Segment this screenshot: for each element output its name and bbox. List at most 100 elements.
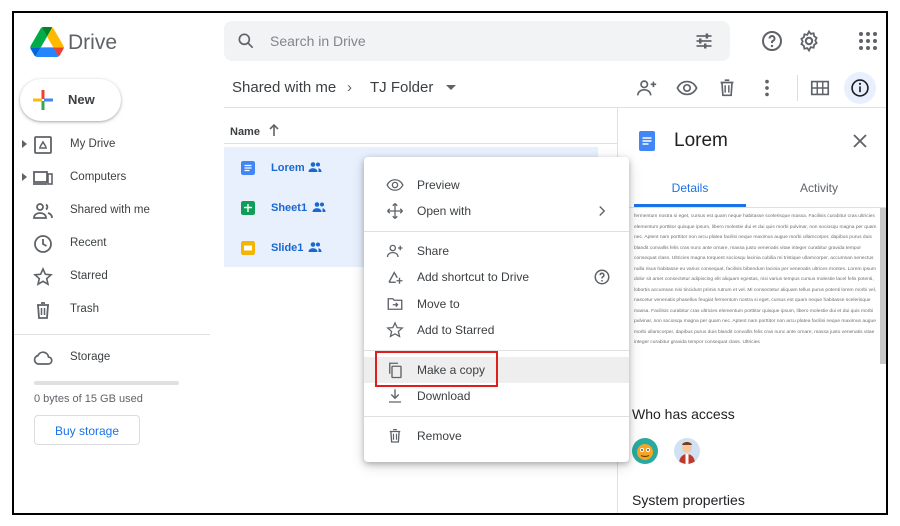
sidebar-item-label: My Drive [70, 138, 116, 150]
toolbar-divider-line [224, 107, 886, 108]
sidebar-item-my-drive[interactable]: My Drive [14, 130, 214, 160]
people-icon [33, 203, 53, 219]
preview-eye-icon[interactable] [676, 77, 698, 99]
menu-item-label: Add shortcut to Drive [417, 270, 530, 284]
sidebar-divider [14, 334, 210, 335]
close-icon[interactable] [850, 131, 870, 151]
grid-view-icon[interactable] [809, 77, 831, 99]
menu-item-label: Remove [417, 429, 462, 443]
google-slides-icon [241, 241, 255, 255]
menu-item-remove[interactable]: Remove [364, 423, 629, 449]
avatar-person-icon [679, 442, 695, 464]
menu-item-label: Download [417, 389, 471, 403]
apps-grid-icon[interactable] [856, 29, 880, 53]
menu-item-share[interactable]: Share [364, 238, 629, 264]
star-icon [386, 321, 404, 338]
storage-progress-bar [34, 381, 179, 385]
sidebar-item-label: Trash [70, 303, 99, 315]
sidebar-item-label: Storage [70, 351, 111, 363]
details-scrollbar[interactable] [880, 208, 886, 364]
move-folder-icon [387, 298, 403, 310]
info-icon [851, 79, 869, 97]
buy-storage-button[interactable]: Buy storage [34, 415, 140, 445]
file-name: Slide1 [271, 242, 304, 254]
menu-item-preview[interactable]: Preview [364, 172, 629, 198]
google-docs-icon [639, 131, 655, 151]
eye-icon [386, 179, 404, 191]
expand-arrow-icon[interactable] [22, 140, 27, 148]
computers-icon [33, 171, 53, 185]
drive-logo-icon[interactable] [30, 27, 64, 57]
buy-storage-label: Buy storage [54, 424, 120, 438]
plus-icon [33, 90, 53, 110]
download-icon [389, 389, 401, 403]
shared-people-icon [308, 242, 322, 252]
list-header-divider [224, 143, 617, 144]
menu-divider [364, 231, 629, 232]
breadcrumb-separator-icon: › [347, 79, 352, 96]
sidebar-item-trash[interactable]: Trash [14, 295, 214, 325]
cloud-icon [33, 351, 53, 365]
menu-item-label: Move to [417, 297, 460, 311]
sidebar-item-computers[interactable]: Computers [14, 163, 214, 193]
avatar[interactable] [674, 438, 700, 464]
sidebar-item-label: Computers [70, 171, 127, 183]
avatar[interactable] [632, 438, 658, 464]
google-sheets-icon [241, 201, 255, 215]
breadcrumb-parent[interactable]: Shared with me [232, 79, 336, 96]
toolbar-divider [797, 75, 798, 101]
chevron-right-icon [599, 206, 606, 216]
storage-used-text: 0 bytes of 15 GB used [34, 393, 143, 405]
view-details-button[interactable] [844, 72, 876, 104]
my-drive-icon [34, 136, 52, 154]
more-actions-icon[interactable] [756, 77, 778, 99]
menu-item-move-to[interactable]: Move to [364, 291, 629, 317]
system-properties-heading: System properties [632, 492, 745, 508]
sidebar-item-label: Recent [70, 237, 107, 249]
move-arrows-icon [387, 203, 403, 219]
help-icon[interactable] [593, 268, 611, 286]
menu-item-add-shortcut[interactable]: Add shortcut to Drive [364, 264, 629, 290]
tab-label: Details [671, 181, 709, 195]
search-placeholder[interactable]: Search in Drive [270, 33, 366, 49]
column-header-name[interactable]: Name [230, 126, 260, 138]
menu-item-label: Preview [417, 178, 460, 192]
sidebar-item-starred[interactable]: Starred [14, 262, 214, 292]
clock-icon [34, 235, 52, 253]
sidebar-item-shared-with-me[interactable]: Shared with me [14, 196, 214, 226]
new-button[interactable]: New [20, 79, 121, 121]
search-icon[interactable] [236, 31, 256, 51]
star-icon [33, 267, 53, 286]
highlight-annotation-box [375, 351, 498, 387]
search-bar[interactable]: Search in Drive [224, 21, 730, 61]
google-docs-icon [241, 161, 255, 175]
search-options-icon[interactable] [694, 31, 714, 51]
tabs-divider [618, 207, 886, 208]
add-person-icon[interactable] [636, 77, 658, 99]
remove-trash-icon[interactable] [716, 77, 738, 99]
who-has-access-heading: Who has access [632, 406, 735, 422]
sort-arrow-up-icon[interactable] [267, 123, 281, 137]
tab-label: Activity [799, 181, 838, 195]
context-menu: Preview Open with Share Add shortcut to … [364, 157, 629, 462]
settings-icon[interactable] [797, 29, 821, 53]
breadcrumb-current[interactable]: TJ Folder [370, 79, 433, 96]
details-title: Lorem [674, 130, 728, 151]
menu-item-add-to-starred[interactable]: Add to Starred [364, 317, 629, 343]
menu-item-open-with[interactable]: Open with [364, 198, 629, 224]
tab-activity[interactable]: Activity [764, 169, 874, 205]
help-icon[interactable] [760, 29, 784, 53]
avatar-cartoon-icon [637, 444, 653, 460]
menu-divider [364, 416, 629, 417]
add-shortcut-icon [388, 271, 403, 284]
trash-icon [389, 428, 401, 443]
folder-dropdown-icon[interactable] [446, 85, 456, 90]
sidebar-item-storage[interactable]: Storage [14, 343, 214, 373]
shared-people-icon [312, 202, 326, 212]
app-title: Drive [68, 31, 118, 54]
menu-item-label: Open with [417, 204, 472, 218]
expand-arrow-icon[interactable] [22, 173, 27, 181]
shared-people-icon [308, 162, 322, 172]
sidebar-item-recent[interactable]: Recent [14, 229, 214, 259]
tab-details[interactable]: Details [634, 169, 746, 207]
